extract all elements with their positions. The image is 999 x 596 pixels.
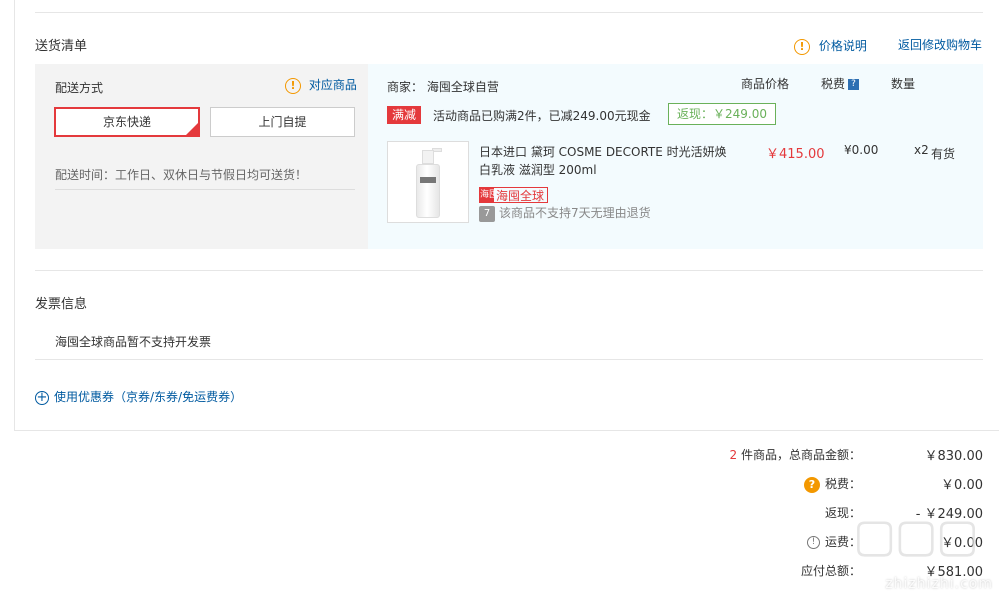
product-thumbnail[interactable] (387, 141, 469, 223)
invoice-divider-top (35, 270, 983, 271)
check-icon: ✓ (190, 118, 197, 127)
tax-label-text: 税费： (824, 477, 861, 491)
product-quantity: x2 (914, 143, 929, 157)
help-icon[interactable]: ? (803, 476, 820, 493)
shipping-method-label: 配送方式 (55, 81, 104, 95)
haitao-badge: 海囤 海囤全球 (479, 186, 549, 203)
product-tax: ¥0.00 (844, 143, 879, 157)
promotion-tag: 满减 (387, 106, 422, 124)
return-policy: 7 该商品不支持7天无理由退货 (479, 204, 651, 222)
haitao-badge-label: 海囤全球 (496, 188, 545, 203)
product-stock: 有货 (931, 147, 956, 161)
shipping-option-label: 上门自提 (258, 115, 307, 129)
info-icon[interactable]: ! (806, 536, 820, 549)
bottle-cap-shape (422, 150, 434, 164)
product-title-line1[interactable]: 日本进口 黛珂 COSME DECORTE 时光活妍焕 (479, 143, 727, 160)
invoice-section-title: 发票信息 (35, 297, 88, 312)
shipping-option-jd-express[interactable]: 京东快递 ✓ (54, 107, 200, 137)
shipping-option-label: 京东快递 (102, 115, 151, 129)
watermark-logo-icon: ▢▢▢ (853, 508, 979, 562)
invoice-note: 海囤全球商品暂不支持开发票 (55, 335, 212, 349)
product-price: ￥415.00 (766, 147, 825, 162)
invoice-divider-bottom (35, 359, 983, 360)
item-count-suffix: 件商品，总商品金额： (740, 448, 861, 462)
top-divider (35, 12, 983, 13)
price-note-label: 价格说明 (818, 39, 867, 53)
shipping-divider (55, 189, 355, 190)
item-count: 2 (729, 448, 738, 462)
delivery-time-text: 配送时间：工作日、双休日与节假日均可送货！ (55, 168, 308, 182)
return-policy-text: 该商品不支持7天无理由退货 (499, 206, 651, 220)
promotion-text: 活动商品已购满2件，已减249.00元现金 (433, 109, 651, 123)
warning-icon: ! (285, 77, 301, 94)
haitao-global-icon: 海囤 (480, 188, 499, 202)
applicable-items-label: 对应商品 (308, 78, 357, 92)
column-price: 商品价格 (741, 77, 790, 91)
price-note-link[interactable]: ! 价格说明 (794, 37, 867, 55)
no-return-icon: 7 (479, 205, 495, 222)
rebate-box: 返现：￥249.00 (668, 103, 776, 125)
use-coupon-label: 使用优惠券（京券/东券/免运费券） (54, 390, 243, 404)
watermark-text: zhizhizhi.com (885, 576, 993, 592)
column-tax: 税费? (821, 75, 860, 92)
product-title-line2[interactable]: 白乳液 滋润型 200ml (479, 161, 597, 178)
plus-icon: + (35, 389, 49, 405)
help-icon[interactable]: ? (848, 79, 860, 90)
bottle-label-shape (420, 177, 436, 183)
summary-tax-value: ￥0.00 (941, 478, 983, 493)
delivery-section-title: 送货清单 (35, 39, 88, 54)
merchant-line: 商家： 海囤全球自营 (387, 78, 499, 95)
column-tax-label: 税费 (821, 77, 846, 91)
shipping-option-pickup[interactable]: 上门自提 (210, 107, 355, 137)
summary-count-label: 2 件商品，总商品金额： (730, 446, 861, 463)
summary-total-value: ￥830.00 (924, 449, 984, 464)
promotion-tag-label: 满减 (387, 106, 422, 124)
merchant-name: 海囤全球自营 (426, 80, 499, 94)
use-coupon-link[interactable]: + 使用优惠券（京券/东券/免运费券） (35, 388, 242, 405)
summary-payable-label: 应付总额： (800, 564, 861, 578)
summary-tax-label: ? 税费： (803, 475, 861, 493)
bottle-body-shape (416, 164, 440, 218)
warning-icon: ! (794, 38, 810, 55)
column-quantity: 数量 (891, 77, 916, 91)
applicable-items-link[interactable]: ! 对应商品 (285, 76, 357, 94)
merchant-label: 商家： (387, 80, 424, 94)
back-to-cart-link[interactable]: 返回修改购物车 (898, 36, 982, 53)
